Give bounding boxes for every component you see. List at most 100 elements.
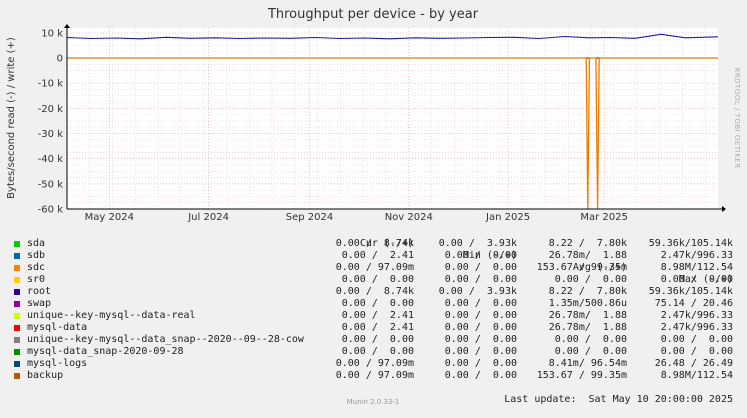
y-tick-label: -20 k	[38, 104, 64, 115]
legend-min: 0.00 / 0.00	[444, 358, 517, 369]
rrdtool-credit: RRDTOOL / TOBI OETIKER	[733, 67, 741, 168]
legend-cur: 0.00 / 2.41	[341, 310, 414, 321]
y-tick-label: -10 k	[38, 79, 64, 90]
legend-name: mysql-logs	[27, 358, 88, 369]
throughput-chart: Throughput per device - by year Bytes/se…	[6, 7, 741, 223]
legend-avg: 26.78m/ 1.88	[548, 310, 627, 321]
x-tick-label: Sep 2024	[286, 212, 333, 223]
legend-row-sda: sda 0.00 / 8.74k 0.00 / 3.93k 8.22 / 7.80k 5…	[0, 238, 747, 250]
legend-swatch	[14, 289, 20, 295]
x-tick-label: May 2024	[85, 212, 134, 223]
y-tick-label: -40 k	[38, 154, 64, 165]
legend-row-sdc: sdc 0.00 / 97.09m 0.00 / 0.00 153.67 / 99.3…	[0, 262, 747, 274]
legend-max: 0.00 / 0.00	[660, 334, 733, 345]
legend-name: unique--key-mysql--data-real	[27, 310, 196, 321]
legend-max: 59.36k/105.14k	[648, 286, 733, 297]
legend-header: Cur (-/+) Min (-/+) Avg (-/+) Max (-/+)	[0, 226, 747, 285]
legend-avg: 26.78m/ 1.88	[548, 250, 627, 261]
legend-max: 0.00 / 0.00	[660, 274, 733, 285]
last-update-text: Last update: Sat May 10 20:00:00 2025	[504, 394, 733, 405]
legend-swatch	[14, 373, 20, 379]
legend-swatch	[14, 253, 20, 259]
legend-name: swap	[27, 298, 52, 309]
legend-swatch	[14, 349, 20, 355]
y-tick-label: -30 k	[38, 129, 64, 140]
legend-max: 0.00 / 0.00	[660, 346, 733, 357]
legend-max: 26.48 / 26.49	[654, 358, 733, 369]
legend-min: 0.00 / 3.93k	[438, 286, 517, 297]
legend-max: 2.47k/996.33	[660, 322, 733, 333]
legend-cur: 0.00 / 8.74k	[335, 286, 414, 297]
legend-min: 0.00 / 3.93k	[438, 238, 517, 249]
legend-min: 0.00 / 0.00	[444, 274, 517, 285]
legend-min: 0.00 / 0.00	[444, 262, 517, 273]
legend-avg: 153.67 / 99.35m	[536, 370, 627, 381]
legend-name: sdc	[27, 262, 46, 273]
legend-cur: 0.00 / 0.00	[341, 346, 414, 357]
y-axis-arrow	[64, 24, 70, 28]
x-tick-label: Mar 2025	[580, 212, 628, 223]
legend-swatch	[14, 277, 20, 283]
legend-swatch	[14, 241, 20, 247]
legend-max: 8.98M/112.54	[660, 370, 733, 381]
legend-max: 2.47k/996.33	[660, 250, 733, 261]
legend-swatch	[14, 361, 20, 367]
legend-cur: 0.00 / 97.09m	[335, 358, 414, 369]
munin-version: Munin 2.0.33-1	[347, 398, 400, 406]
y-axis-label: Bytes/second read (-) / write (+)	[6, 37, 17, 199]
legend-max: 59.36k/105.14k	[648, 238, 733, 249]
last-update: Last update: Sat May 10 20:00:00 2025	[0, 382, 747, 405]
legend-avg: 26.78m/ 1.88	[548, 322, 627, 333]
y-tick-label: 0	[57, 54, 63, 65]
legend-swatch	[14, 265, 20, 271]
legend-swatch	[14, 337, 20, 343]
legend-avg: 0.00 / 0.00	[554, 274, 627, 285]
legend-name: mysql-data	[27, 322, 88, 333]
y-tick-label: 10 k	[41, 29, 63, 40]
legend-avg: 8.22 / 7.80k	[548, 286, 627, 297]
legend-name: root	[27, 286, 52, 297]
legend-min: 0.00 / 0.00	[444, 370, 517, 381]
legend-swatch	[14, 325, 20, 331]
legend-min: 0.00 / 0.00	[444, 250, 517, 261]
legend-row-unique--key-mysql--data_snap--2020--09--28-cow: unique--key-mysql--data_snap--2020--09--…	[0, 334, 747, 346]
legend-row-sdb: sdb 0.00 / 2.41 0.00 / 0.00 26.78m/ 1.88 2.4…	[0, 250, 747, 262]
legend-max: 2.47k/996.33	[660, 310, 733, 321]
y-tick-labels: 10 k 0 -10 k -20 k -30 k -40 k -50 k -60 k	[38, 29, 64, 216]
legend-row-unique--key-mysql--data-real: unique--key-mysql--data-real 0.00 / 2.41 0…	[0, 310, 747, 322]
legend-cur: 0.00 / 0.00	[341, 298, 414, 309]
legend-row-root: root 0.00 / 8.74k 0.00 / 3.93k 8.22 / 7.80k…	[0, 286, 747, 298]
plot-area	[67, 28, 718, 209]
legend-avg: 153.67 / 99.35m	[536, 262, 627, 273]
legend-row-sr0: sr0 0.00 / 0.00 0.00 / 0.00 0.00 / 0.00 0.00…	[0, 274, 747, 286]
legend-row-mysql-logs: mysql-logs 0.00 / 97.09m 0.00 / 0.00 8.41m/…	[0, 358, 747, 370]
x-tick-label: Jul 2024	[187, 212, 229, 223]
legend-name: sdb	[27, 250, 46, 261]
legend-avg: 1.35m/500.86u	[548, 298, 627, 309]
legend-table: Cur (-/+) Min (-/+) Avg (-/+) Max (-/+) …	[0, 226, 747, 405]
legend-name: unique--key-mysql--data_snap--2020--09--…	[27, 334, 304, 345]
legend-cur: 0.00 / 8.74k	[335, 238, 414, 249]
legend-cur: 0.00 / 97.09m	[335, 370, 414, 381]
legend-name: mysql-data_snap-2020-09-28	[27, 346, 184, 357]
legend-name: sda	[27, 238, 46, 249]
legend-swatch	[14, 313, 20, 319]
chart-title: Throughput per device - by year	[267, 7, 479, 22]
legend-swatch	[14, 301, 20, 307]
y-tick-label: -50 k	[38, 179, 64, 190]
legend-avg: 0.00 / 0.00	[554, 334, 627, 345]
y-tick-label: -60 k	[38, 205, 64, 216]
legend-avg: 0.00 / 0.00	[554, 346, 627, 357]
legend-min: 0.00 / 0.00	[444, 310, 517, 321]
legend-name: backup	[27, 370, 64, 381]
legend-row-swap: swap 0.00 / 0.00 0.00 / 0.00 1.35m/500.86u 7…	[0, 298, 747, 310]
legend-row-mysql-data_snap-2020-09-28: mysql-data_snap-2020-09-28 0.00 / 0.00 0.0…	[0, 346, 747, 358]
legend-cur: 0.00 / 2.41	[341, 250, 414, 261]
legend-cur: 0.00 / 0.00	[341, 334, 414, 345]
legend-cur: 0.00 / 2.41	[341, 322, 414, 333]
x-tick-label: Nov 2024	[385, 212, 433, 223]
legend-min: 0.00 / 0.00	[444, 346, 517, 357]
legend-min: 0.00 / 0.00	[444, 334, 517, 345]
legend-max: 8.98M/112.54	[660, 262, 733, 273]
legend-avg: 8.41m/ 96.54m	[548, 358, 627, 369]
